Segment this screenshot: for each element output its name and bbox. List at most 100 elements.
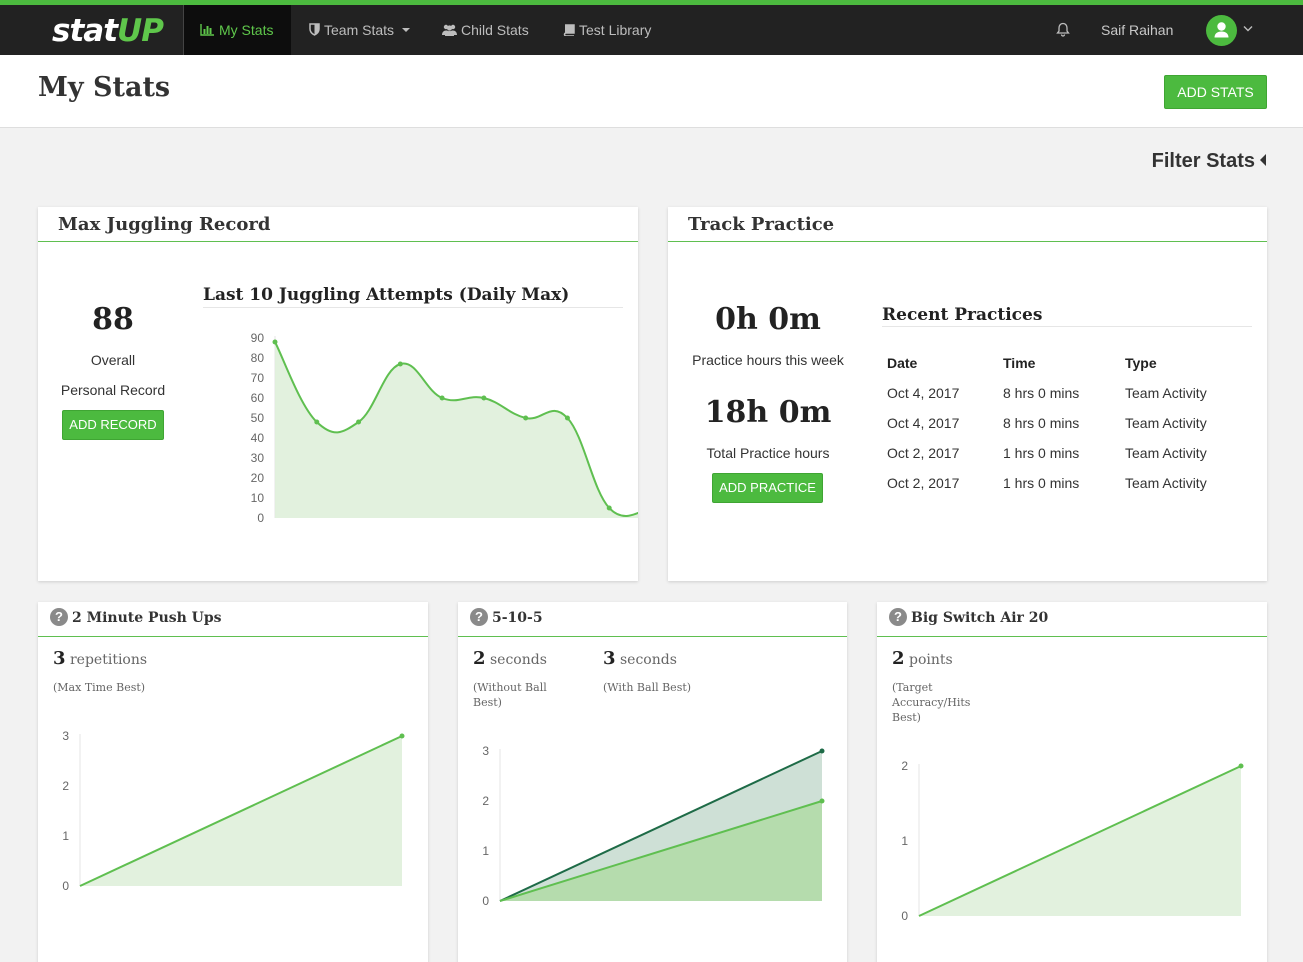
juggling-card-title: Max Juggling Record xyxy=(38,207,638,242)
bigswitch-chart: 0 1 2 xyxy=(901,759,1244,923)
y-tick-label: 1 xyxy=(62,829,69,843)
practice-total-label: Total Practice hours xyxy=(706,445,830,461)
data-point xyxy=(606,505,612,511)
practice-row-date: Oct 2, 2017 xyxy=(887,445,960,461)
recent-practices-title: Recent Practices xyxy=(882,305,1043,325)
col-time-header: Time xyxy=(1003,355,1036,371)
help-icon[interactable]: ? xyxy=(889,607,907,626)
bigswitch-metric: 2 points xyxy=(892,648,953,669)
col-date-header: Date xyxy=(887,355,918,371)
book-icon xyxy=(563,24,575,37)
practice-row-date: Oct 4, 2017 xyxy=(887,415,960,431)
nav-team-stats-label: Team Stats xyxy=(324,22,395,38)
pushups-unit: repetitions xyxy=(69,652,148,668)
add-practice-button[interactable]: ADD PRACTICE xyxy=(712,473,823,503)
bigswitch-card-title: ? Big Switch Air 20 xyxy=(877,602,1267,637)
data-point xyxy=(399,733,405,739)
nav-child-stats-label: Child Stats xyxy=(461,22,529,38)
nav-child-stats[interactable]: Child Stats xyxy=(442,5,529,55)
practice-row-type: Team Activity xyxy=(1125,475,1207,491)
y-tick-label: 60 xyxy=(251,391,265,405)
y-tick-label: 0 xyxy=(257,511,264,525)
y-tick-label: 30 xyxy=(251,451,265,465)
fivetenfive-chart: 0 1 2 3 xyxy=(482,744,825,908)
practice-row-type: Team Activity xyxy=(1125,385,1207,401)
bar-chart-icon xyxy=(200,23,214,36)
data-point xyxy=(564,415,570,421)
recent-practices-divider xyxy=(882,326,1252,327)
y-tick-label: 20 xyxy=(251,471,265,485)
practice-row-time: 1 hrs 0 mins xyxy=(1003,445,1080,461)
practice-row-type: Team Activity xyxy=(1125,415,1207,431)
practice-row-time: 8 hrs 0 mins xyxy=(1003,385,1080,401)
bell-icon[interactable] xyxy=(1056,22,1070,37)
fivetenfive-card-title: ? 5-10-5 xyxy=(458,602,847,637)
data-point xyxy=(523,415,529,421)
y-tick-label: 50 xyxy=(251,411,265,425)
help-icon[interactable]: ? xyxy=(50,607,68,626)
bigswitch-title-text: Big Switch Air 20 xyxy=(911,610,1049,626)
data-point xyxy=(314,419,320,425)
nav-test-library-label: Test Library xyxy=(579,22,652,38)
caret-down-icon xyxy=(401,27,410,32)
practice-week-value: 0h 0m xyxy=(715,302,821,337)
username[interactable]: Saif Raihan xyxy=(1101,5,1173,55)
juggling-chart-title: Last 10 Juggling Attempts (Daily Max) xyxy=(203,285,570,305)
bigswitch-card: ? Big Switch Air 20 2 points (Target Accu… xyxy=(877,602,1267,962)
practice-row-time: 8 hrs 0 mins xyxy=(1003,415,1080,431)
nav-test-library[interactable]: Test Library xyxy=(563,5,651,55)
pushups-note: (Max Time Best) xyxy=(53,681,146,694)
data-point xyxy=(819,748,825,754)
nav-my-stats-label: My Stats xyxy=(219,22,274,38)
y-tick-label: 2 xyxy=(901,759,908,773)
data-point xyxy=(356,419,362,425)
practice-week-label: Practice hours this week xyxy=(692,352,844,368)
y-tick-label: 3 xyxy=(482,744,489,758)
fivetenfive-metric-2: 3 seconds xyxy=(603,648,677,669)
fivetenfive-value-1: 2 xyxy=(473,648,486,669)
pushups-chart: 0 1 2 3 xyxy=(62,729,405,893)
juggling-card: Max Juggling Record 88 Overall Personal … xyxy=(38,207,638,581)
practice-row-type: Team Activity xyxy=(1125,445,1207,461)
statup-logo[interactable]: statUP xyxy=(52,13,164,49)
add-stats-button[interactable]: ADD STATS xyxy=(1164,75,1267,109)
fivetenfive-title-text: 5-10-5 xyxy=(492,610,543,626)
data-point xyxy=(481,395,487,401)
avatar[interactable] xyxy=(1206,15,1237,46)
chart-title-divider xyxy=(203,307,623,308)
users-icon xyxy=(442,24,457,36)
y-tick-label: 0 xyxy=(901,909,908,923)
y-tick-label: 1 xyxy=(482,844,489,858)
pushups-title-text: 2 Minute Push Ups xyxy=(72,610,222,626)
data-point xyxy=(397,361,403,367)
y-tick-label: 10 xyxy=(251,491,265,505)
nav-my-stats[interactable]: My Stats xyxy=(200,5,273,55)
juggling-label-overall: Overall xyxy=(90,352,136,368)
y-tick-label: 90 xyxy=(251,331,265,345)
page-title: My Stats xyxy=(38,72,171,103)
y-tick-label: 2 xyxy=(482,794,489,808)
y-tick-label: 40 xyxy=(251,431,265,445)
y-tick-label: 80 xyxy=(251,351,265,365)
y-tick-label: 70 xyxy=(251,371,265,385)
pushups-card-title: ? 2 Minute Push Ups xyxy=(38,602,428,637)
practice-card: Track Practice 0h 0m Practice hours this… xyxy=(668,207,1267,581)
nav-team-stats[interactable]: Team Stats xyxy=(309,5,411,55)
chevron-down-icon[interactable] xyxy=(1243,25,1253,32)
y-tick-label: 2 xyxy=(62,779,69,793)
practice-row-date: Oct 4, 2017 xyxy=(887,385,960,401)
practice-row-time: 1 hrs 0 mins xyxy=(1003,475,1080,491)
page-header: My Stats ADD STATS xyxy=(0,55,1303,128)
practice-total-value: 18h 0m xyxy=(704,395,832,430)
help-icon[interactable]: ? xyxy=(470,607,488,626)
bigswitch-value: 2 xyxy=(892,648,905,669)
pushups-metric: 3 repetitions xyxy=(53,648,147,669)
filter-stats-toggle[interactable]: Filter Stats xyxy=(1152,150,1267,173)
fivetenfive-card: ? 5-10-5 2 seconds (Without Ball Best) 3 … xyxy=(458,602,847,962)
add-record-button[interactable]: ADD RECORD xyxy=(62,410,164,440)
shield-icon xyxy=(309,23,320,37)
juggling-label-personal-record: Personal Record xyxy=(60,382,166,398)
caret-left-icon xyxy=(1260,154,1266,167)
pushups-card: ? 2 Minute Push Ups 3 repetitions (Max Ti… xyxy=(38,602,428,962)
fivetenfive-unit-2: seconds xyxy=(619,652,677,668)
